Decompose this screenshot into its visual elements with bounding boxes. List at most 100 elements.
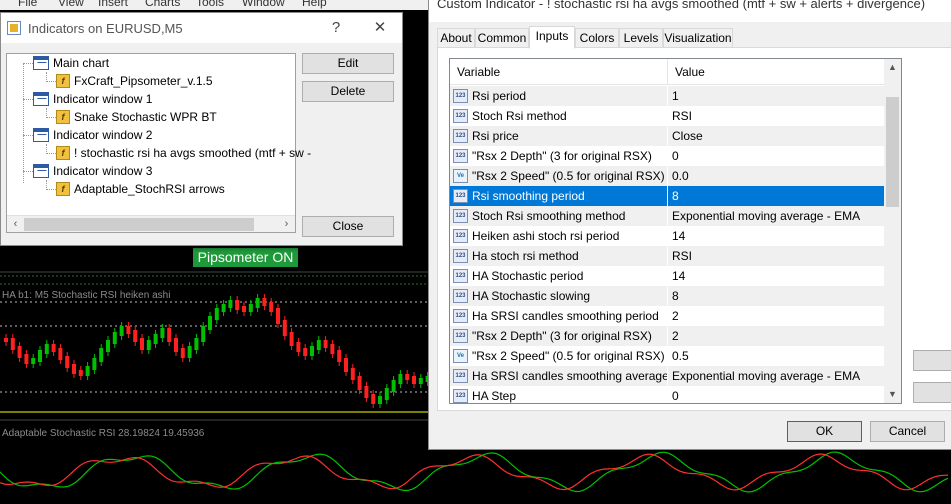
tree-item-indicator-window-3[interactable]: Indicator window 3 xyxy=(33,162,152,180)
tree-item-indicator-window-2[interactable]: Indicator window 2 xyxy=(33,126,152,144)
input-row[interactable]: 123 Ha SRSI candles smoothing period 2 xyxy=(450,306,886,326)
ok-button[interactable]: OK xyxy=(787,421,862,442)
input-row[interactable]: 123 Stoch Rsi method RSI xyxy=(450,106,886,126)
input-variable-label: Stoch Rsi smoothing method xyxy=(472,209,626,223)
inputs-grid[interactable]: Variable Value 123 Rsi period 1 123 Stoch Rs… xyxy=(449,58,902,404)
menu-window[interactable]: Window xyxy=(242,0,285,9)
tree-item-adaptable-stochrsi[interactable]: Adaptable_StochRSI arrows xyxy=(56,180,225,198)
input-variable: 123 Rsi smoothing period xyxy=(450,186,668,206)
candle-body xyxy=(146,340,151,350)
tree-guide xyxy=(23,63,33,64)
custom-indicator-titlebar[interactable]: Custom Indicator - ! stochastic rsi ha a… xyxy=(429,0,951,22)
column-variable[interactable]: Variable xyxy=(450,59,668,85)
input-variable-label: "Rsx 2 Speed" (0.5 for original RSX) xyxy=(472,349,665,363)
input-value[interactable]: 0.5 xyxy=(668,346,886,366)
input-row[interactable]: Ve "Rsx 2 Speed" (0.5 for original RSX) 0.… xyxy=(450,346,886,366)
tab-about[interactable]: About xyxy=(437,28,475,48)
indicator-tree[interactable]: Main chart FxCraft_Pipsometer_v.1.5 Indi… xyxy=(6,53,311,233)
tab-common[interactable]: Common xyxy=(475,28,529,48)
input-value[interactable]: 0 xyxy=(668,146,886,166)
integer-type-icon: 123 xyxy=(453,89,468,103)
input-value[interactable]: Close xyxy=(668,126,886,146)
load-button[interactable] xyxy=(913,350,951,371)
cancel-button[interactable]: Cancel xyxy=(870,421,945,442)
input-row[interactable]: 123 Stoch Rsi smoothing method Exponential… xyxy=(450,206,886,226)
scroll-left-icon[interactable]: ‹ xyxy=(7,216,24,233)
menu-file[interactable]: File xyxy=(18,0,37,9)
input-row[interactable]: 123 HA Stochastic slowing 8 xyxy=(450,286,886,306)
candle-body xyxy=(85,366,90,376)
tree-item-pipsometer[interactable]: FxCraft_Pipsometer_v.1.5 xyxy=(56,72,213,90)
input-value[interactable]: 0 xyxy=(668,386,886,403)
scroll-right-icon[interactable]: › xyxy=(278,216,295,233)
integer-type-icon: 123 xyxy=(453,329,468,343)
scroll-thumb[interactable] xyxy=(24,218,254,231)
input-value[interactable]: 14 xyxy=(668,226,886,246)
scroll-up-icon[interactable]: ▲ xyxy=(884,59,901,76)
tree-guide xyxy=(23,135,33,136)
integer-type-icon: 123 xyxy=(453,109,468,123)
input-value[interactable]: 1 xyxy=(668,86,886,106)
input-value[interactable]: 0.0 xyxy=(668,166,886,186)
input-row[interactable]: 123 Heiken ashi stoch rsi period 14 xyxy=(450,226,886,246)
candle-body xyxy=(316,340,321,350)
menu-help[interactable]: Help xyxy=(302,0,327,9)
input-row[interactable]: 123 Rsi price Close xyxy=(450,126,886,146)
tab-levels[interactable]: Levels xyxy=(619,28,663,48)
tab-colors[interactable]: Colors xyxy=(575,28,619,48)
delete-button[interactable]: Delete xyxy=(302,81,394,102)
input-row[interactable]: 123 "Rsx 2 Depth" (3 for original RSX) 2 xyxy=(450,326,886,346)
tree-item-indicator-window-1[interactable]: Indicator window 1 xyxy=(33,90,152,108)
column-value[interactable]: Value xyxy=(668,59,886,85)
input-value[interactable]: Exponential moving average - EMA xyxy=(668,206,886,226)
edit-button[interactable]: Edit xyxy=(302,53,394,74)
tree-item-main-chart[interactable]: Main chart xyxy=(33,54,109,72)
close-button[interactable]: Close xyxy=(302,216,394,237)
candle-body xyxy=(289,332,294,346)
tab-visualization[interactable]: Visualization xyxy=(663,28,733,48)
input-value[interactable]: 14 xyxy=(668,266,886,286)
save-button[interactable] xyxy=(913,382,951,403)
grid-vertical-scrollbar[interactable]: ▲ ▼ xyxy=(884,59,901,403)
input-value[interactable]: 8 xyxy=(668,286,886,306)
scroll-down-icon[interactable]: ▼ xyxy=(884,386,901,403)
candle-body xyxy=(133,330,138,342)
integer-type-icon: 123 xyxy=(453,229,468,243)
indicators-dialog-titlebar[interactable]: Indicators on EURUSD,M5 ? ✕ xyxy=(1,13,402,43)
pipsometer-badge: Pipsometer ON xyxy=(193,248,298,267)
candle-body xyxy=(418,378,423,384)
input-row[interactable]: Ve "Rsx 2 Speed" (0.5 for original RSX) 0.… xyxy=(450,166,886,186)
input-row[interactable]: 123 "Rsx 2 Depth" (3 for original RSX) 0 xyxy=(450,146,886,166)
tree-item-stochastic-rsi-ha[interactable]: ! stochastic rsi ha avgs smoothed (mtf +… xyxy=(56,144,311,162)
input-row[interactable]: 123 HA Stochastic period 14 xyxy=(450,266,886,286)
input-value[interactable]: 2 xyxy=(668,326,886,346)
candle-body xyxy=(337,350,342,362)
input-row[interactable]: 123 Rsi period 1 xyxy=(450,86,886,106)
input-row[interactable]: 123 Rsi smoothing period 8 xyxy=(450,186,886,206)
input-variable: 123 Rsi period xyxy=(450,86,668,106)
menu-tools[interactable]: Tools xyxy=(196,0,224,9)
input-variable: 123 Rsi price xyxy=(450,126,668,146)
input-value[interactable]: RSI xyxy=(668,106,886,126)
candle-body xyxy=(357,376,362,390)
menu-insert[interactable]: Insert xyxy=(98,0,128,9)
help-button[interactable]: ? xyxy=(321,17,351,39)
tree-item-snake-stochastic[interactable]: Snake Stochastic WPR BT xyxy=(56,108,217,126)
candle-body xyxy=(180,348,185,358)
input-value[interactable]: 2 xyxy=(668,306,886,326)
tree-horizontal-scrollbar[interactable]: ‹ › xyxy=(7,215,295,232)
menu-charts[interactable]: Charts xyxy=(145,0,180,9)
input-value[interactable]: 8 xyxy=(668,186,886,206)
scroll-thumb[interactable] xyxy=(886,97,899,207)
window-icon xyxy=(33,56,49,70)
menu-view[interactable]: View xyxy=(58,0,84,9)
candle-body xyxy=(384,388,389,400)
input-value[interactable]: RSI xyxy=(668,246,886,266)
input-row[interactable]: 123 HA Step 0 xyxy=(450,386,886,403)
input-row[interactable]: 123 Ha SRSI candles smoothing average t..… xyxy=(450,366,886,386)
input-row[interactable]: 123 Ha stoch rsi method RSI xyxy=(450,246,886,266)
tree-item-label: Main chart xyxy=(53,56,110,70)
close-icon[interactable]: ✕ xyxy=(365,17,395,39)
tab-inputs[interactable]: Inputs xyxy=(529,26,575,49)
input-value[interactable]: Exponential moving average - EMA xyxy=(668,366,886,386)
